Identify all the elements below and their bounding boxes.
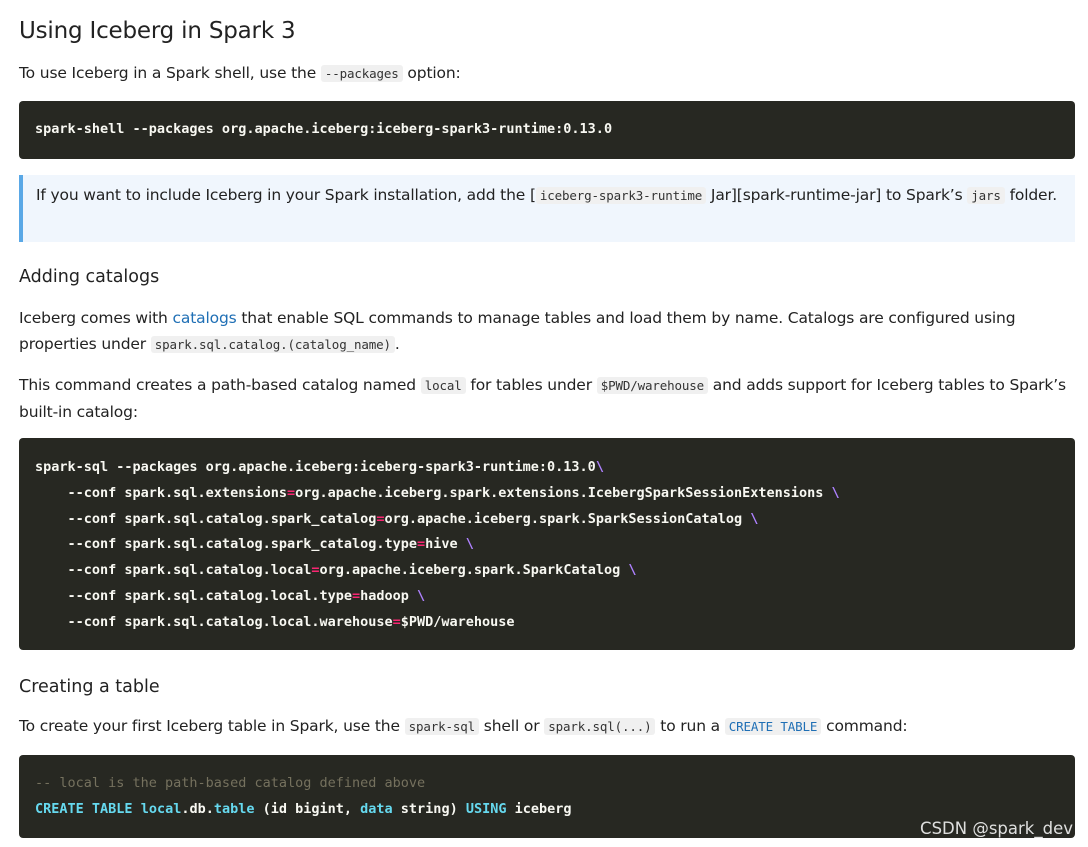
conf-equals: = [417, 536, 426, 553]
note-text-mid: Jar][spark-runtime-jar] to Spark’s [706, 186, 968, 204]
sql-catalog: local [140, 800, 182, 817]
conf-value: org.apache.iceberg.spark.SparkCatalog [319, 562, 621, 579]
note-runtime-code: iceberg-spark3-runtime [535, 187, 707, 204]
conf-value: hive [425, 536, 458, 553]
sql-keyword-using: USING [465, 800, 507, 817]
create-table-text-mid2: to run a [655, 717, 725, 735]
conf-equals: = [376, 510, 385, 527]
section-heading-table: Creating a table [19, 677, 160, 697]
sql-db: .db. [181, 800, 214, 817]
line-continuation: \ [620, 562, 637, 579]
path-catalog-text-mid: for tables under [465, 376, 597, 394]
line-continuation: \ [457, 536, 474, 553]
spark-shell-code-block[interactable]: spark-shell --packages org.apache.iceber… [19, 101, 1075, 159]
page-title: Using Iceberg in Spark 3 [19, 18, 296, 44]
path-catalog-text: This command creates a path-based catalo… [19, 376, 421, 394]
intro-text-end: option: [402, 64, 461, 82]
note-text-end: folder. [1004, 186, 1058, 204]
conf-key: --conf spark.sql.extensions [35, 484, 287, 501]
sql-string-type: string) [392, 800, 466, 817]
catalogs-link[interactable]: catalogs [172, 309, 236, 327]
line-continuation: \ [595, 459, 604, 475]
spark-shell-command: spark-shell --packages org.apache.iceber… [35, 121, 613, 137]
warehouse-code: $PWD/warehouse [596, 377, 708, 394]
create-table-code-block[interactable]: -- local is the path-based catalog defin… [19, 755, 1075, 838]
sql-keyword-create: CREATE TABLE [35, 800, 133, 817]
conf-key: --conf spark.sql.catalog.local.type [35, 587, 352, 604]
info-note: If you want to include Iceberg in your S… [19, 175, 1075, 242]
spark-sql-command: spark-sql --packages org.apache.iceberg:… [35, 459, 596, 475]
line-continuation: \ [408, 587, 426, 604]
note-jars-code: jars [967, 187, 1005, 204]
conf-equals: = [286, 484, 296, 501]
spark-sql-code: spark-sql [404, 718, 480, 735]
conf-value: $PWD/warehouse [400, 613, 515, 630]
catalog-property-code: spark.sql.catalog.(catalog_name) [150, 336, 395, 353]
sql-format: iceberg [506, 800, 572, 817]
conf-equals: = [392, 613, 401, 630]
conf-key: --conf spark.sql.catalog.local [35, 562, 312, 579]
create-table-text-mid1: shell or [479, 717, 545, 735]
local-code: local [420, 377, 466, 394]
conf-value: org.apache.iceberg.spark.extensions.Iceb… [295, 484, 824, 501]
sql-columns: (id bigint, [254, 800, 361, 817]
code-comment: -- local is the path-based catalog defin… [35, 775, 426, 791]
conf-equals: = [351, 587, 361, 604]
create-table-text: To create your first Iceberg table in Sp… [19, 717, 405, 735]
section-heading-catalogs: Adding catalogs [19, 267, 160, 287]
intro-text: To use Iceberg in a Spark shell, use the [19, 64, 321, 82]
create-table-code: CREATE TABLE [724, 718, 822, 735]
line-continuation: \ [823, 484, 840, 501]
line-continuation: \ [742, 510, 759, 527]
path-catalog-paragraph: This command creates a path-based catalo… [19, 372, 1075, 425]
spark-sql-code-block[interactable]: spark-sql --packages org.apache.iceberg:… [19, 438, 1075, 650]
catalogs-paragraph: Iceberg comes with catalogs that enable … [19, 305, 1075, 358]
conf-key: --conf spark.sql.catalog.local.warehouse [35, 613, 393, 630]
watermark: CSDN @spark_dev [920, 819, 1073, 838]
create-table-text-end: command: [821, 717, 908, 735]
intro-paragraph: To use Iceberg in a Spark shell, use the… [19, 60, 1075, 87]
sql-data-column: data [360, 800, 393, 817]
sql-table-name: table [213, 800, 255, 817]
conf-key: --conf spark.sql.catalog.spark_catalog.t… [35, 536, 418, 553]
conf-value: org.apache.iceberg.spark.SparkSessionCat… [384, 510, 743, 527]
catalogs-text-end: . [394, 335, 400, 353]
spark-sql-func-code: spark.sql(...) [544, 718, 656, 735]
catalogs-text: Iceberg comes with [19, 309, 173, 327]
conf-value: hadoop [360, 587, 409, 604]
note-text: If you want to include Iceberg in your S… [36, 186, 536, 204]
packages-code: --packages [320, 65, 403, 82]
conf-key: --conf spark.sql.catalog.spark_catalog [35, 510, 377, 527]
create-table-paragraph: To create your first Iceberg table in Sp… [19, 713, 1075, 740]
spark-sql-conf-lines: --conf spark.sql.extensions=org.apache.i… [35, 485, 840, 630]
